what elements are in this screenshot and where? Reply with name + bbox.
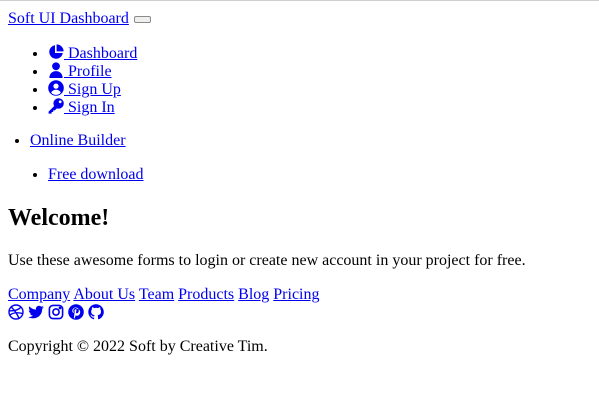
online-builder-link[interactable]: Online Builder [30, 132, 126, 149]
footer-link-about-us[interactable]: About Us [73, 286, 135, 303]
chart-pie-icon [48, 44, 64, 60]
dribbble-icon [8, 304, 24, 320]
social-links [8, 303, 104, 321]
page-lead-text: Use these awesome forms to login or crea… [8, 252, 526, 269]
copyright-text: Copyright © 2022 Soft by Creative Tim. [8, 338, 268, 355]
twitter-icon [28, 304, 44, 320]
page-title: Welcome! [8, 205, 110, 231]
top-divider [0, 0, 599, 1]
nav-item-sign-in: Sign In [48, 98, 137, 116]
nav-link-dashboard[interactable]: Dashboard [48, 44, 138, 62]
nav-link-sign-in[interactable]: Sign In [48, 98, 115, 116]
free-download-link[interactable]: Free download [48, 166, 144, 183]
dribbble-link[interactable] [8, 304, 24, 320]
user-circle-icon [48, 80, 64, 96]
download-list: Free download [8, 166, 144, 184]
download-item: Free download [48, 166, 144, 184]
footer-link-team[interactable]: Team [139, 286, 174, 303]
nav-link-profile[interactable]: Profile [48, 62, 112, 80]
footer-link-products[interactable]: Products [178, 286, 234, 303]
key-icon [48, 98, 64, 114]
navbar: Soft UI Dashboard [8, 10, 151, 28]
nav-label-sign-up: Sign Up [68, 81, 121, 98]
user-icon [48, 62, 64, 78]
builder-item: Online Builder [30, 132, 126, 150]
footer-link-company[interactable]: Company [8, 286, 70, 303]
github-icon [88, 304, 104, 320]
nav-link-sign-up[interactable]: Sign Up [48, 80, 121, 98]
footer-link-blog[interactable]: Blog [238, 286, 269, 303]
main-nav: Dashboard Profile Sign Up Sign In [8, 44, 137, 116]
nav-item-dashboard: Dashboard [48, 44, 137, 62]
github-link[interactable] [88, 304, 104, 320]
instagram-link[interactable] [48, 304, 64, 320]
navbar-brand[interactable]: Soft UI Dashboard [8, 10, 129, 27]
pinterest-icon [68, 304, 84, 320]
footer-links: Company About Us Team Products Blog Pric… [8, 286, 320, 304]
navbar-toggler-button[interactable] [133, 16, 151, 23]
nav-label-profile: Profile [68, 63, 112, 80]
builder-list: Online Builder [8, 132, 126, 150]
pinterest-link[interactable] [68, 304, 84, 320]
instagram-icon [48, 304, 64, 320]
nav-item-sign-up: Sign Up [48, 80, 137, 98]
nav-label-sign-in: Sign In [68, 99, 115, 116]
twitter-link[interactable] [28, 304, 44, 320]
nav-item-profile: Profile [48, 62, 137, 80]
footer-link-pricing[interactable]: Pricing [273, 286, 319, 303]
nav-label-dashboard: Dashboard [68, 45, 138, 62]
